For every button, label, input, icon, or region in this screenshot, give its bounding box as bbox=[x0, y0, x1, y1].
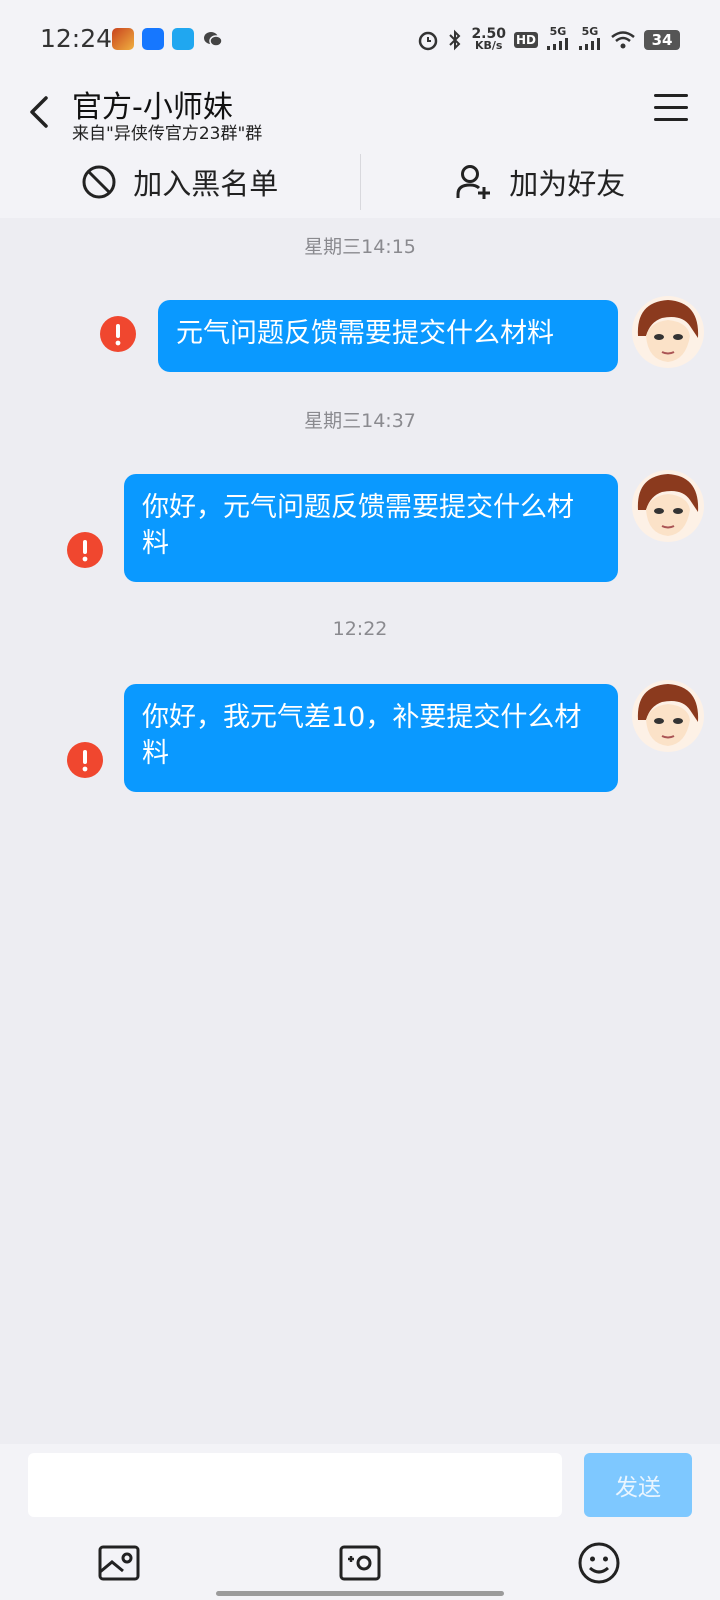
add-friend-button[interactable]: 加为好友 bbox=[361, 146, 720, 218]
chat-subtitle: 来自"异侠传官方23群"群 bbox=[72, 124, 263, 144]
wechat-icon bbox=[204, 32, 223, 47]
battery-indicator: 34 bbox=[644, 29, 680, 50]
exclamation-circle-icon[interactable] bbox=[67, 742, 103, 778]
emoji-icon[interactable] bbox=[576, 1540, 622, 1586]
add-person-icon bbox=[456, 165, 491, 199]
signal-bars-icon bbox=[579, 38, 600, 50]
avatar[interactable] bbox=[632, 470, 704, 542]
send-button[interactable]: 发送 bbox=[584, 1453, 692, 1517]
message-timestamp: 星期三14:37 bbox=[304, 410, 416, 432]
message-bubble[interactable]: 你好，我元气差10，补要提交什么材料 bbox=[124, 684, 618, 792]
bluetooth-icon bbox=[449, 29, 461, 50]
wifi-icon bbox=[611, 30, 635, 48]
blacklist-label: 加入黑名单 bbox=[133, 167, 279, 201]
message-bubble[interactable]: 元气问题反馈需要提交什么材料 bbox=[158, 300, 618, 372]
avatar-image bbox=[632, 470, 704, 542]
message-bubble[interactable]: 你好，元气问题反馈需要提交什么材料 bbox=[124, 474, 618, 582]
composer: 发送 bbox=[0, 1444, 720, 1600]
sim1-signal: 5G bbox=[546, 26, 570, 53]
net-speed-unit: KB/s bbox=[474, 38, 503, 52]
status-time: 12:24 bbox=[40, 24, 113, 53]
blacklist-button[interactable]: 加入黑名单 bbox=[0, 146, 360, 218]
notification-icons bbox=[112, 28, 224, 50]
avatar[interactable] bbox=[632, 680, 704, 752]
avatar[interactable] bbox=[632, 296, 704, 368]
message-timestamp: 星期三14:15 bbox=[304, 236, 416, 258]
chat-header: 官方-小师妹 来自"异侠传官方23群"群 bbox=[0, 78, 720, 146]
action-bar: 加入黑名单 加为好友 bbox=[0, 146, 720, 218]
menu-icon[interactable] bbox=[654, 94, 688, 124]
avatar-image bbox=[632, 296, 704, 368]
camera-icon[interactable] bbox=[337, 1540, 383, 1586]
hd-badge: HD bbox=[513, 31, 538, 48]
avatar-image bbox=[632, 680, 704, 752]
message-timestamp: 12:22 bbox=[332, 618, 388, 640]
game-app-icon bbox=[112, 28, 134, 50]
sim2-label: 5G bbox=[581, 25, 599, 38]
home-indicator[interactable] bbox=[216, 1591, 504, 1596]
back-arrow-icon[interactable] bbox=[22, 90, 62, 134]
alipay-icon bbox=[142, 28, 164, 50]
add-friend-label: 加为好友 bbox=[509, 167, 626, 201]
signal-bars-icon bbox=[547, 38, 568, 50]
message-input[interactable] bbox=[28, 1453, 562, 1517]
net-speed-value: 2.50 bbox=[471, 25, 506, 42]
exclamation-circle-icon[interactable] bbox=[100, 316, 136, 352]
exclamation-circle-icon[interactable] bbox=[67, 532, 103, 568]
block-icon bbox=[82, 165, 116, 199]
alarm-icon bbox=[419, 31, 438, 50]
browser-app-icon bbox=[172, 28, 194, 50]
image-icon[interactable] bbox=[96, 1540, 142, 1586]
network-speed: 2.50 KB/s bbox=[471, 25, 506, 52]
sim1-label: 5G bbox=[549, 25, 567, 38]
status-bar: 12:24 2.50 KB/s HD 5G 5G 34 bbox=[0, 0, 720, 78]
sim2-signal: 5G bbox=[578, 26, 602, 53]
status-indicators: 2.50 KB/s HD 5G 5G 34 bbox=[417, 26, 680, 53]
